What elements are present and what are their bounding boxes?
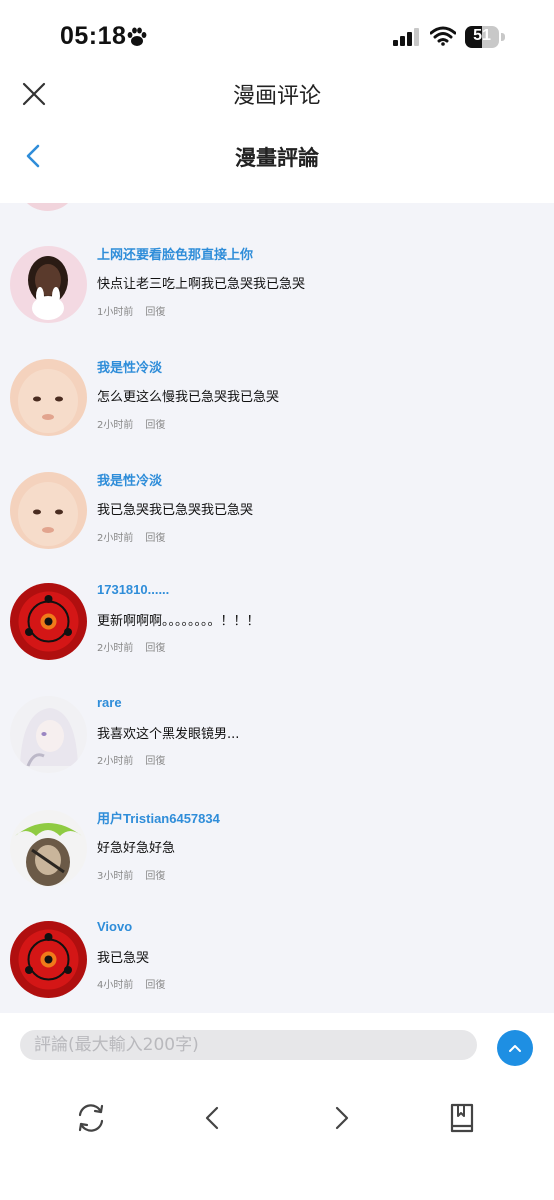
page-title: 漫画评论 [232, 84, 321, 109]
send-button[interactable] [497, 1030, 533, 1066]
comment-username[interactable]: Viovo [97, 919, 132, 934]
reply-button[interactable]: 回復 [145, 307, 165, 318]
comment-input[interactable] [20, 1030, 477, 1060]
comment-meta: 2小时前 回復 [97, 529, 165, 544]
comment-text: 更新啊啊啊。。。。。。。。！！！ [97, 614, 260, 629]
comment-text: 我已急哭我已急哭我已急哭 [97, 503, 254, 518]
battery-icon: 51 [465, 26, 505, 48]
reply-button[interactable]: 回復 [145, 420, 165, 431]
comment-time: 3小时前 [97, 871, 134, 882]
refresh-icon[interactable] [73, 1100, 109, 1136]
reply-button[interactable]: 回復 [145, 871, 165, 882]
avatar[interactable] [10, 246, 87, 323]
battery-level: 51 [473, 27, 491, 44]
comment-meta: 3小时前 回復 [97, 867, 165, 882]
comment-time: 2小时前 [97, 643, 134, 654]
avatar[interactable] [10, 810, 87, 887]
comment-text: 好急好急好急 [97, 841, 176, 856]
comment-meta: 4小时前 回復 [97, 976, 165, 991]
avatar[interactable] [10, 696, 87, 773]
comment-username[interactable]: 上网还要看脸色那直接上你 [97, 244, 253, 263]
comment-time: 2小时前 [97, 420, 134, 431]
comment-username[interactable]: 我是性冷淡 [97, 357, 162, 376]
avatar[interactable] [10, 359, 87, 436]
paw-icon [127, 27, 147, 46]
wifi-icon [430, 26, 456, 46]
comment-list[interactable]: 上网还要看脸色那直接上你 快点让老三吃上啊我已急哭我已急哭 1小时前 回復 我是性… [0, 203, 554, 1013]
reply-button[interactable]: 回復 [145, 643, 165, 654]
comment-text: 怎么更这么慢我已急哭我已急哭 [97, 390, 280, 405]
avatar[interactable] [10, 472, 87, 549]
bookmark-icon[interactable] [444, 1100, 480, 1136]
reply-button[interactable]: 回復 [145, 533, 165, 544]
avatar [20, 203, 75, 211]
comment-item: 我是性冷淡 怎么更这么慢我已急哭我已急哭 2小时前 回復 [0, 354, 554, 464]
comment-username[interactable]: 1731810...... [97, 582, 169, 597]
comment-meta: 2小时前 回復 [97, 639, 165, 654]
comment-item: 上网还要看脸色那直接上你 快点让老三吃上啊我已急哭我已急哭 1小时前 回復 [0, 241, 554, 351]
avatar[interactable] [10, 583, 87, 660]
comment-meta: 2小时前 回復 [97, 416, 165, 431]
prev-icon[interactable] [195, 1100, 231, 1136]
comment-time: 2小时前 [97, 533, 134, 544]
comment-username[interactable]: rare [97, 695, 122, 710]
comment-meta: 2小时前 回復 [97, 752, 165, 767]
comment-text: 快点让老三吃上啊我已急哭我已急哭 [97, 277, 306, 292]
comment-time: 4小时前 [97, 980, 134, 991]
status-bar: 05:18 51 [0, 0, 554, 70]
comment-meta: 1小时前 回復 [97, 303, 165, 318]
page-subtitle: 漫畫評論 [235, 146, 319, 170]
comment-text: 我喜欢这个黑发眼镜男... [97, 727, 240, 742]
signal-icon [393, 28, 419, 46]
next-icon[interactable] [323, 1100, 359, 1136]
comment-text: 我已急哭 [97, 951, 150, 966]
comment-item: 1731810...... 更新啊啊啊。。。。。。。。！！！ 2小时前 回復 [0, 580, 554, 690]
comment-item: 我是性冷淡 我已急哭我已急哭我已急哭 2小时前 回復 [0, 467, 554, 577]
send-up-icon [509, 1045, 521, 1052]
reply-button[interactable]: 回復 [145, 980, 165, 991]
avatar[interactable] [10, 921, 87, 998]
comment-item: Viovo 我已急哭 4小时前 回復 [0, 919, 554, 1013]
reply-button[interactable]: 回復 [145, 756, 165, 767]
comment-item: 用户Tristian6457834 好急好急好急 3小时前 回復 [0, 806, 554, 916]
clock-time: 05:18 [60, 22, 127, 50]
comment-time: 1小时前 [97, 307, 134, 318]
comment-time: 2小时前 [97, 756, 134, 767]
comment-item: rare 我喜欢这个黑发眼镜男... 2小时前 回復 [0, 693, 554, 803]
comment-username[interactable]: 用户Tristian6457834 [97, 808, 220, 827]
comment-username[interactable]: 我是性冷淡 [97, 470, 162, 489]
